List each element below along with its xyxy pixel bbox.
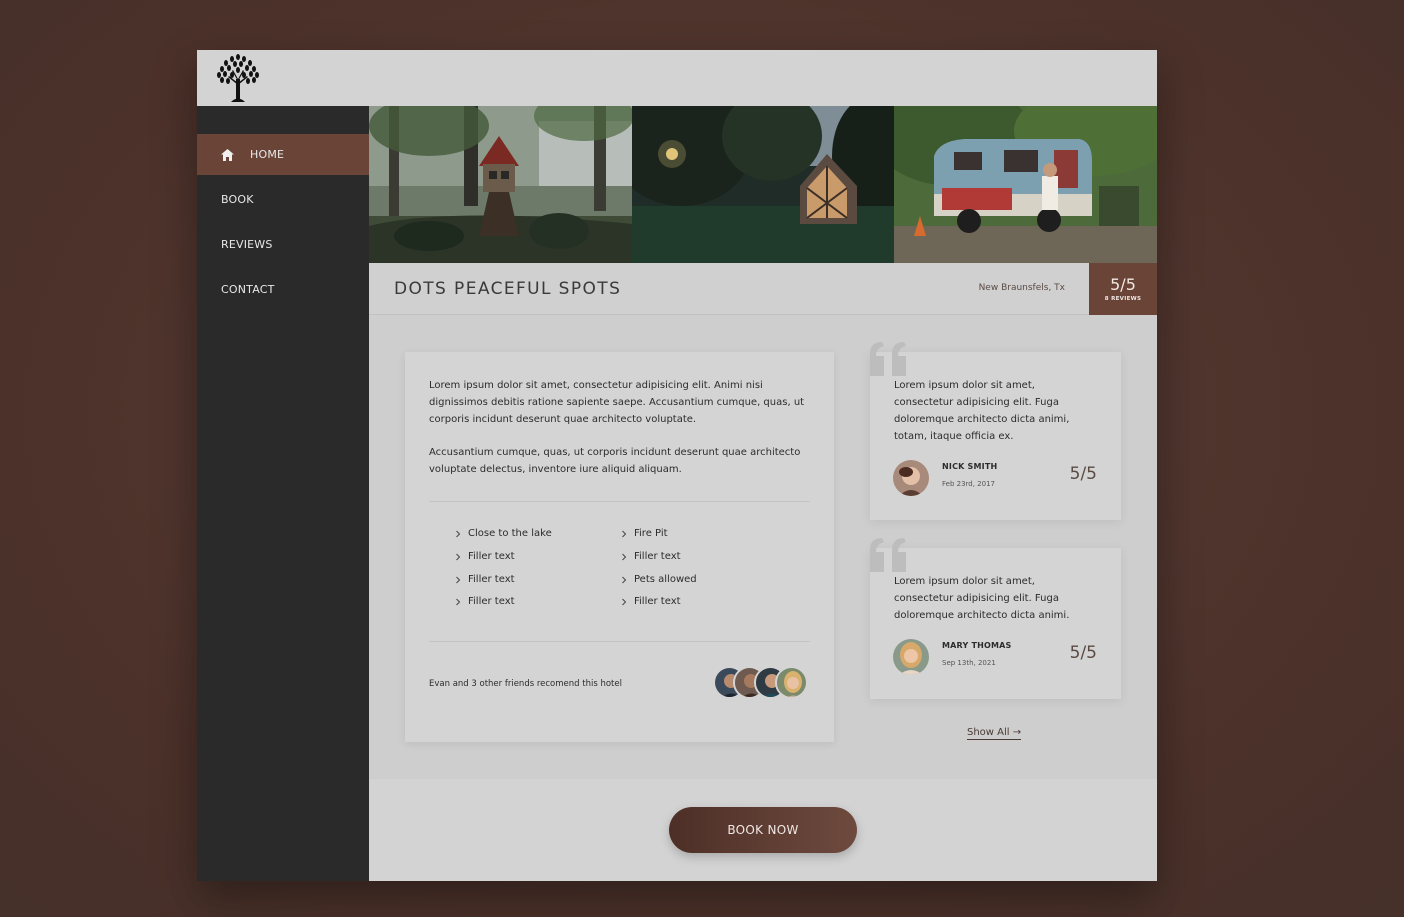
description-card: Lorem ipsum dolor sit amet, consectetur … <box>405 352 834 742</box>
divider <box>429 641 810 642</box>
sidebar-item-home[interactable]: HOME <box>197 134 369 175</box>
feature-item: Pets allowed <box>620 574 697 585</box>
quote-icon <box>870 342 906 376</box>
feature-item: Filler text <box>454 551 515 562</box>
reviewer-name: MARY THOMAS <box>942 641 1012 650</box>
feature-item: Filler text <box>620 551 681 562</box>
book-now-button[interactable]: BOOK NOW <box>669 807 857 853</box>
sidebar-item-label: CONTACT <box>221 283 275 296</box>
friends-recommend-text: Evan and 3 other friends recomend this h… <box>429 679 622 689</box>
sidebar-item-label: REVIEWS <box>221 238 273 251</box>
avatar[interactable] <box>775 666 808 699</box>
sidebar-item-book[interactable]: BOOK <box>197 179 369 220</box>
photo-gallery <box>369 106 1157 263</box>
location-label: New Braunsfels, Tx <box>978 283 1065 293</box>
review-text: Lorem ipsum dolor sit amet, consectetur … <box>894 576 1070 621</box>
reviewer-name: NICK SMITH <box>942 462 998 471</box>
listing-title-bar: DOTS PEACEFUL SPOTS New Braunsfels, Tx 5… <box>369 263 1157 315</box>
gallery-photo-cabin[interactable] <box>632 106 894 263</box>
feature-item: Filler text <box>454 574 515 585</box>
sidebar-nav: HOME BOOK REVIEWS CONTACT <box>197 106 369 881</box>
sidebar-item-label: BOOK <box>221 193 254 206</box>
description-paragraph-1: Lorem ipsum dolor sit amet, consectetur … <box>429 380 805 425</box>
chevron-right-icon <box>622 576 627 583</box>
description-paragraph-2: Accusantium cumque, quas, ut corporis in… <box>429 447 801 475</box>
review-count: 8 REVIEWS <box>1104 296 1142 302</box>
review-card: Lorem ipsum dolor sit amet, consectetur … <box>870 538 1121 699</box>
review-score: 5/5 <box>1069 643 1097 663</box>
feature-item: Close to the lake <box>454 528 552 539</box>
sidebar-item-label: HOME <box>250 148 285 161</box>
home-icon <box>221 148 234 161</box>
chevron-right-icon <box>456 553 461 560</box>
chevron-right-icon <box>622 598 627 605</box>
feature-item: Filler text <box>620 596 681 607</box>
sidebar-item-reviews[interactable]: REVIEWS <box>197 224 369 265</box>
chevron-right-icon <box>456 530 461 537</box>
page-title: DOTS PEACEFUL SPOTS <box>394 279 622 299</box>
chevron-right-icon <box>622 530 627 537</box>
feature-item: Filler text <box>454 596 515 607</box>
review-score: 5/5 <box>1069 464 1097 484</box>
feature-item: Fire Pit <box>620 528 668 539</box>
show-all-link[interactable]: Show All → <box>967 727 1022 740</box>
footer-bar: BOOK NOW <box>369 779 1157 881</box>
gallery-photo-camper[interactable] <box>894 106 1157 263</box>
rating-badge[interactable]: 5/5 8 REVIEWS <box>1089 263 1157 315</box>
divider <box>429 501 810 502</box>
sidebar-item-contact[interactable]: CONTACT <box>197 269 369 310</box>
rating-score: 5/5 <box>1110 275 1136 294</box>
review-date: Feb 23rd, 2017 <box>942 480 995 488</box>
main-content: Lorem ipsum dolor sit amet, consectetur … <box>369 315 1157 779</box>
friends-avatar-stack[interactable] <box>713 666 813 702</box>
tree-logo-icon[interactable] <box>211 53 265 103</box>
avatar[interactable] <box>893 639 929 675</box>
chevron-right-icon <box>456 576 461 583</box>
gallery-photo-birdhouse[interactable] <box>369 106 632 263</box>
chevron-right-icon <box>622 553 627 560</box>
app-frame: HOME BOOK REVIEWS CONTACT DOTS PEACEFUL … <box>197 50 1157 881</box>
review-date: Sep 13th, 2021 <box>942 659 996 667</box>
quote-icon <box>870 538 906 572</box>
avatar[interactable] <box>893 460 929 496</box>
review-card: Lorem ipsum dolor sit amet, consectetur … <box>870 342 1121 520</box>
review-text: Lorem ipsum dolor sit amet, consectetur … <box>894 380 1070 442</box>
top-bar <box>197 50 1157 106</box>
chevron-right-icon <box>456 598 461 605</box>
